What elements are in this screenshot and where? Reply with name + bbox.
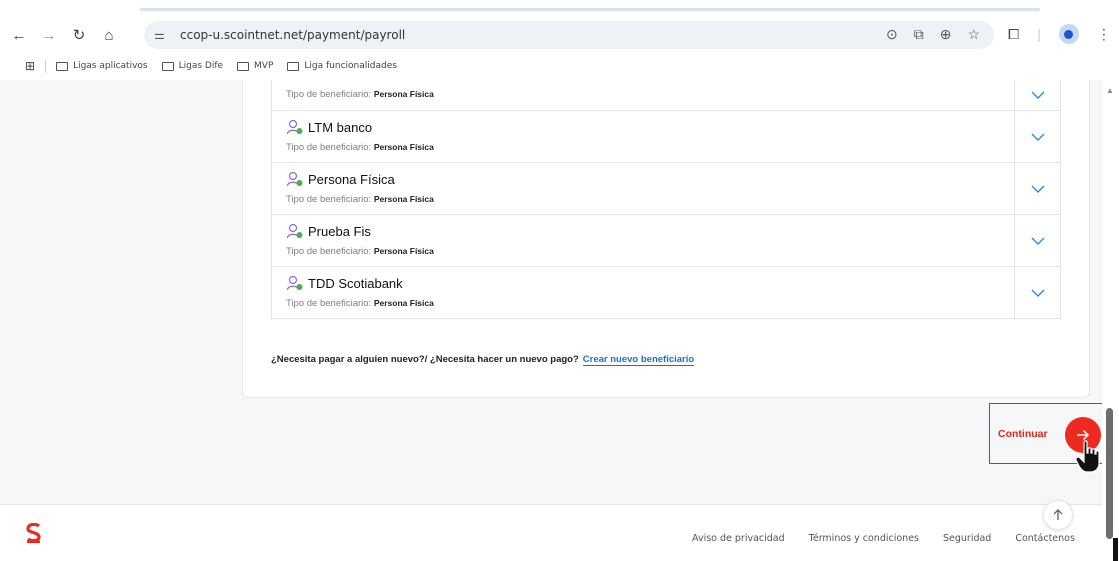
omnibox-icons: ⊙ ⧉ ⊕ ☆ bbox=[886, 26, 980, 43]
arrow-up-icon bbox=[1053, 509, 1063, 520]
profile-avatar[interactable] bbox=[1058, 24, 1079, 44]
chevron-down-icon bbox=[1031, 133, 1044, 141]
zoom-icon[interactable]: ⊕ bbox=[940, 26, 952, 43]
apps-grid-icon[interactable]: ⊞ bbox=[25, 59, 35, 73]
chevron-down-icon bbox=[1031, 237, 1044, 245]
home-icon[interactable]: ⌂ bbox=[98, 24, 120, 46]
tab-indicator bbox=[140, 8, 1040, 11]
beneficiary-name: LTM banco bbox=[286, 119, 372, 135]
beneficiary-item[interactable]: Prueba Fis Tipo de beneficiario: Persona… bbox=[271, 215, 1061, 267]
beneficiary-list: Tipo de beneficiario: Persona Física LTM… bbox=[271, 80, 1061, 319]
footer-link-contact[interactable]: Contáctenos bbox=[1015, 533, 1075, 544]
beneficiary-type: Tipo de beneficiario: Persona Física bbox=[286, 246, 434, 257]
beneficiary-name: Persona Física bbox=[286, 171, 395, 187]
expand-button[interactable] bbox=[1014, 267, 1060, 318]
beneficiary-item[interactable]: TDD Scotiabank Tipo de beneficiario: Per… bbox=[271, 267, 1061, 319]
bookmark-folder[interactable]: Ligas Dife bbox=[161, 61, 224, 71]
beneficiary-type: Tipo de beneficiario: Persona Física bbox=[286, 298, 434, 309]
address-bar[interactable]: ⚌ ccop-u.scointnet.net/payment/payroll ⊙… bbox=[144, 21, 994, 49]
beneficiary-name-text: Persona Física bbox=[308, 171, 395, 187]
bookmark-label: Liga funcionalidades bbox=[304, 61, 397, 71]
scotiabank-logo bbox=[26, 523, 41, 543]
menu-kebab-icon[interactable]: ⋮ bbox=[1097, 26, 1111, 43]
scrollbar-thumb[interactable] bbox=[1106, 408, 1113, 539]
type-value: Persona Física bbox=[373, 89, 434, 99]
footer-link-privacy[interactable]: Aviso de privacidad bbox=[692, 533, 785, 544]
continue-label[interactable]: Continuar bbox=[998, 428, 1048, 440]
beneficiary-name-text: Prueba Fis bbox=[308, 223, 371, 239]
folder-icon bbox=[161, 61, 174, 71]
user-icon bbox=[286, 119, 303, 135]
footer-link-security[interactable]: Seguridad bbox=[943, 533, 991, 544]
folder-icon bbox=[287, 61, 300, 71]
beneficiary-type: Tipo de beneficiario: Persona Física bbox=[286, 194, 434, 205]
page-content: Tipo de beneficiario: Persona Física LTM… bbox=[0, 80, 1119, 561]
beneficiary-type: Tipo de beneficiario: Persona Física bbox=[286, 89, 434, 100]
bookmark-folder[interactable]: Liga funcionalidades bbox=[287, 61, 397, 71]
location-icon[interactable]: ⊙ bbox=[886, 26, 898, 43]
footer-links: Aviso de privacidad Términos y condicion… bbox=[692, 533, 1075, 544]
beneficiary-item[interactable]: Persona Física Tipo de beneficiario: Per… bbox=[271, 163, 1061, 215]
site-settings-icon[interactable]: ⚌ bbox=[154, 28, 172, 42]
scroll-to-top-button[interactable] bbox=[1043, 500, 1073, 530]
create-beneficiary-link[interactable]: Crear nuevo beneficiario bbox=[582, 354, 695, 366]
bookmark-label: Ligas aplicativos bbox=[73, 61, 148, 71]
beneficiary-name-text: TDD Scotiabank bbox=[308, 275, 403, 291]
translate-icon[interactable]: ⧉ bbox=[914, 26, 924, 43]
new-payment-prompt: ¿Necesita pagar a alguien nuevo?/ ¿Neces… bbox=[271, 354, 695, 366]
type-value: Persona Física bbox=[373, 246, 434, 256]
reload-icon[interactable]: ↻ bbox=[68, 24, 90, 46]
new-payment-question: ¿Necesita pagar a alguien nuevo?/ ¿Neces… bbox=[271, 354, 579, 365]
footer-link-terms[interactable]: Términos y condiciones bbox=[809, 533, 919, 544]
chevron-down-icon bbox=[1031, 185, 1044, 193]
type-value: Persona Física bbox=[373, 298, 434, 308]
beneficiary-type: Tipo de beneficiario: Persona Física bbox=[286, 142, 434, 153]
bookmarks-divider bbox=[45, 59, 47, 73]
type-value: Persona Física bbox=[373, 194, 434, 204]
cursor-text-marker bbox=[1113, 538, 1118, 561]
bookmark-star-icon[interactable]: ☆ bbox=[967, 26, 980, 43]
type-label: Tipo de beneficiario: bbox=[286, 246, 372, 257]
folder-icon bbox=[56, 61, 69, 71]
address-bar-row: ← → ↻ ⌂ ⚌ ccop-u.scointnet.net/payment/p… bbox=[0, 18, 1119, 52]
type-label: Tipo de beneficiario: bbox=[286, 298, 372, 309]
toolbar-divider: | bbox=[1037, 26, 1041, 42]
scroll-up-arrow-icon[interactable]: ▲ bbox=[1106, 86, 1114, 95]
beneficiaries-card: Tipo de beneficiario: Persona Física LTM… bbox=[242, 80, 1090, 398]
bookmark-folder[interactable]: MVP bbox=[237, 61, 273, 71]
chevron-down-icon bbox=[1031, 289, 1044, 297]
bookmark-folder[interactable]: Ligas aplicativos bbox=[56, 61, 148, 71]
expand-button[interactable] bbox=[1014, 80, 1060, 110]
beneficiary-item[interactable]: LTM banco Tipo de beneficiario: Persona … bbox=[271, 111, 1061, 163]
tab-strip bbox=[0, 0, 1119, 14]
beneficiary-name: Prueba Fis bbox=[286, 223, 371, 239]
type-label: Tipo de beneficiario: bbox=[286, 142, 372, 153]
user-icon bbox=[286, 275, 303, 291]
bookmark-label: MVP bbox=[254, 61, 274, 71]
browser-window: ← → ↻ ⌂ ⚌ ccop-u.scointnet.net/payment/p… bbox=[0, 0, 1119, 561]
expand-button[interactable] bbox=[1014, 215, 1060, 266]
toolbar-right: ⧠ | ⋮ bbox=[1008, 24, 1111, 44]
expand-button[interactable] bbox=[1014, 163, 1060, 214]
type-value: Persona Física bbox=[373, 142, 434, 152]
user-icon bbox=[286, 171, 303, 187]
type-label: Tipo de beneficiario: bbox=[286, 194, 372, 205]
chevron-down-icon bbox=[1031, 91, 1044, 99]
url-text[interactable]: ccop-u.scointnet.net/payment/payroll bbox=[180, 28, 405, 42]
beneficiary-name: TDD Scotiabank bbox=[286, 275, 403, 291]
type-label: Tipo de beneficiario: bbox=[286, 89, 372, 100]
beneficiary-item[interactable]: Tipo de beneficiario: Persona Física bbox=[271, 80, 1061, 111]
hand-pointer-cursor-icon bbox=[1075, 440, 1100, 473]
extensions-icon[interactable]: ⧠ bbox=[1008, 26, 1019, 43]
bookmark-label: Ligas Dife bbox=[178, 61, 224, 71]
page-footer: Aviso de privacidad Términos y condicion… bbox=[0, 505, 1119, 561]
expand-button[interactable] bbox=[1014, 111, 1060, 162]
forward-arrow-icon[interactable]: → bbox=[38, 24, 60, 46]
user-icon bbox=[286, 223, 303, 239]
bookmarks-bar: ⊞ Ligas aplicativos Ligas Dife MVP Liga … bbox=[0, 56, 1119, 76]
folder-icon bbox=[237, 61, 250, 71]
beneficiary-name-text: LTM banco bbox=[308, 119, 373, 135]
back-arrow-icon[interactable]: ← bbox=[8, 24, 30, 46]
